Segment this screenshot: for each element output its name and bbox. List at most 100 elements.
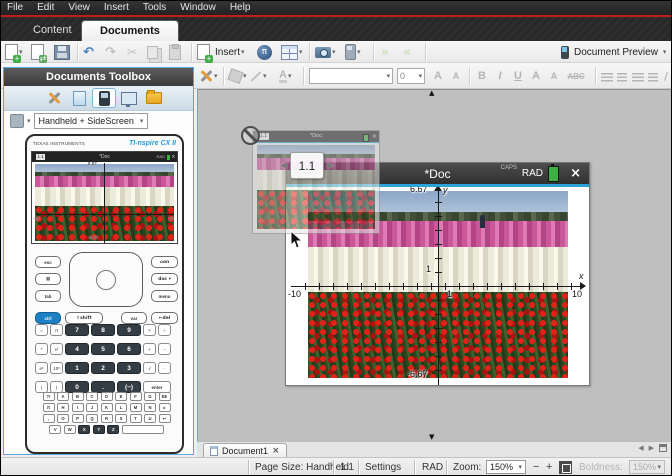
key-3[interactable]: 3: [117, 362, 141, 374]
key-C[interactable]: C: [86, 392, 98, 401]
italic-button[interactable]: I: [493, 67, 507, 85]
font-family-select[interactable]: ▾: [309, 68, 393, 84]
key-Z[interactable]: Z: [107, 425, 119, 434]
align-right-button[interactable]: [632, 69, 644, 87]
strikethrough-button[interactable]: ABC: [565, 67, 587, 85]
calculator-emulator[interactable]: TEXAS INSTRUMENTS TI-nspire CX II 1.1 *D…: [25, 134, 184, 454]
close-document-icon[interactable]: ×: [272, 446, 280, 456]
key-10ˣ[interactable]: 10ˣ: [50, 362, 63, 374]
key-menu[interactable]: menu: [151, 290, 178, 302]
key-B[interactable]: B: [72, 392, 84, 401]
key-÷[interactable]: ÷: [158, 324, 171, 336]
key-M[interactable]: M: [130, 403, 142, 412]
key-8[interactable]: 8: [91, 324, 115, 336]
tab-page-sorter[interactable]: [67, 88, 91, 108]
key-+[interactable]: +: [143, 343, 156, 355]
key-on[interactable]: ⌂on: [151, 256, 178, 268]
menu-help[interactable]: Help: [230, 2, 251, 13]
key-=[interactable]: =: [35, 324, 48, 336]
align-left-button[interactable]: [601, 69, 613, 87]
receive-from-handheld-button[interactable]: «: [403, 43, 411, 61]
tab-content-explorer[interactable]: [142, 88, 166, 108]
key-E[interactable]: E: [115, 392, 127, 401]
key-Q[interactable]: Q: [86, 414, 98, 423]
key-^[interactable]: ^: [35, 343, 48, 355]
key-6[interactable]: 6: [117, 343, 141, 355]
key-2[interactable]: 2: [91, 362, 115, 374]
document1-tab[interactable]: Document1 ×: [203, 443, 287, 458]
scroll-tabs-right-icon[interactable]: ▶: [649, 444, 654, 452]
send-to-handheld-button[interactable]: »: [381, 43, 389, 61]
handheld-setup-button[interactable]: ▾: [345, 43, 361, 61]
key-G[interactable]: G: [144, 392, 156, 401]
key-Y[interactable]: Y: [93, 425, 105, 434]
grow-font-button[interactable]: A: [431, 67, 445, 85]
key-x²[interactable]: x²: [50, 343, 63, 355]
underline-button[interactable]: U: [511, 67, 525, 85]
shrink-font-button[interactable]: A: [449, 67, 463, 85]
page-layout-button[interactable]: ▾: [281, 43, 303, 61]
key-space[interactable]: [122, 425, 164, 434]
key-scratchpad[interactable]: ▦: [35, 273, 61, 285]
key-U[interactable]: U: [144, 414, 156, 423]
font-size-select[interactable]: 0▾: [397, 68, 425, 84]
key-shift[interactable]: ⇧shift: [65, 312, 103, 324]
new-document-button[interactable]: +▾: [5, 43, 23, 61]
key-H[interactable]: H: [57, 403, 69, 412]
key-V[interactable]: V: [49, 425, 61, 434]
key-P[interactable]: P: [72, 414, 84, 423]
key-tab[interactable]: tab: [35, 290, 61, 302]
superscript-button[interactable]: A: [529, 67, 543, 85]
menu-insert[interactable]: Insert: [104, 2, 129, 13]
settings-link[interactable]: Settings: [365, 458, 401, 476]
key-EE[interactable]: EE: [159, 392, 171, 401]
collapse-bottom-handle[interactable]: ▼: [429, 434, 434, 441]
tab-documents[interactable]: Documents: [81, 20, 179, 42]
key-S[interactable]: S: [115, 414, 127, 423]
key-▸[interactable]: ▸: [159, 403, 171, 412]
key-7[interactable]: 7: [65, 324, 89, 336]
zoom-select[interactable]: 150% ▾: [486, 460, 526, 474]
key-4[interactable]: 4: [65, 343, 89, 355]
subscript-button[interactable]: A: [547, 67, 561, 85]
close-icon[interactable]: ×: [570, 164, 581, 184]
math-template-button[interactable]: π: [257, 43, 272, 61]
menu-file[interactable]: File: [7, 2, 23, 13]
key-A[interactable]: A: [57, 392, 69, 401]
window-list-icon[interactable]: [659, 444, 667, 452]
cut-button[interactable]: ✂: [127, 43, 137, 61]
bold-button[interactable]: B: [475, 67, 489, 85]
emulator-screen[interactable]: 1.1 *Doc RAD × 6.67 -10 10 -6.67: [31, 151, 178, 244]
menu-edit[interactable]: Edit: [37, 2, 54, 13]
key-O[interactable]: O: [57, 414, 69, 423]
tools-menu-button[interactable]: ▾: [199, 67, 218, 85]
collapse-toolbar-handle[interactable]: ▲: [429, 90, 434, 97]
key-×[interactable]: ×: [143, 324, 156, 336]
insert-button[interactable]: + Insert ▾: [197, 43, 245, 61]
tab-utilities[interactable]: [117, 88, 141, 108]
key-π[interactable]: π: [50, 324, 63, 336]
menu-tools[interactable]: Tools: [143, 2, 166, 13]
key-del[interactable]: ←del: [151, 312, 178, 324]
clear-format-button[interactable]: /: [662, 67, 670, 85]
zoom-out-button[interactable]: −: [533, 458, 539, 476]
key-R[interactable]: R: [101, 414, 113, 423]
menu-view[interactable]: View: [68, 2, 90, 13]
key-ctrl[interactable]: ctrl: [35, 312, 61, 324]
touchpad[interactable]: [69, 252, 143, 307]
tab-document-tools[interactable]: [42, 88, 66, 108]
redo-button[interactable]: ↷: [105, 43, 116, 61]
fit-to-screen-button[interactable]: [559, 461, 572, 474]
screen-capture-button[interactable]: ▾: [315, 43, 336, 61]
view-selector[interactable]: Handheld + SideScreen ▾: [34, 113, 149, 129]
key-esc[interactable]: esc: [35, 256, 61, 268]
key-π[interactable]: π: [43, 403, 55, 412]
tab-tinspire-emulator[interactable]: [92, 88, 116, 108]
key-−[interactable]: −: [158, 343, 171, 355]
key-eˣ[interactable]: eˣ: [35, 362, 48, 374]
key-?![interactable]: ?!: [43, 392, 55, 401]
key-doc[interactable]: doc ▾: [151, 273, 178, 285]
open-document-button[interactable]: ⇄: [31, 43, 44, 61]
copy-button[interactable]: [147, 43, 158, 61]
key-L[interactable]: L: [115, 403, 127, 412]
